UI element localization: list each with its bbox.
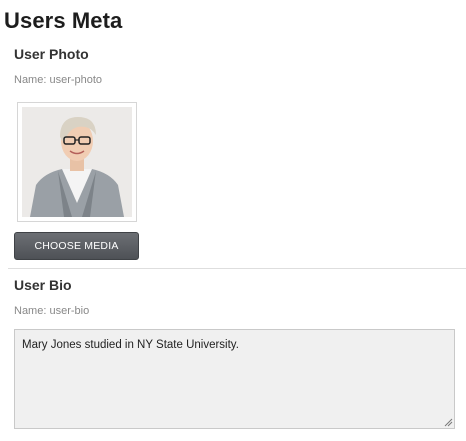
users-meta-page: Users Meta User Photo Name: user-photo C… xyxy=(0,0,466,441)
section-divider xyxy=(8,268,466,269)
user-photo-label: User Photo xyxy=(14,46,89,62)
user-bio-label: User Bio xyxy=(14,277,72,293)
user-photo-field-name: Name: user-photo xyxy=(14,74,103,86)
user-bio-field-name: Name: user-bio xyxy=(14,305,90,317)
resize-grip-icon[interactable] xyxy=(443,417,453,427)
choose-media-button[interactable]: CHOOSE MEDIA xyxy=(14,232,139,260)
photo-thumbnail xyxy=(22,107,132,217)
page-title: Users Meta xyxy=(4,8,123,33)
user-bio-textarea[interactable]: Mary Jones studied in NY State Universit… xyxy=(14,329,455,429)
user-photo-preview[interactable] xyxy=(17,102,137,222)
